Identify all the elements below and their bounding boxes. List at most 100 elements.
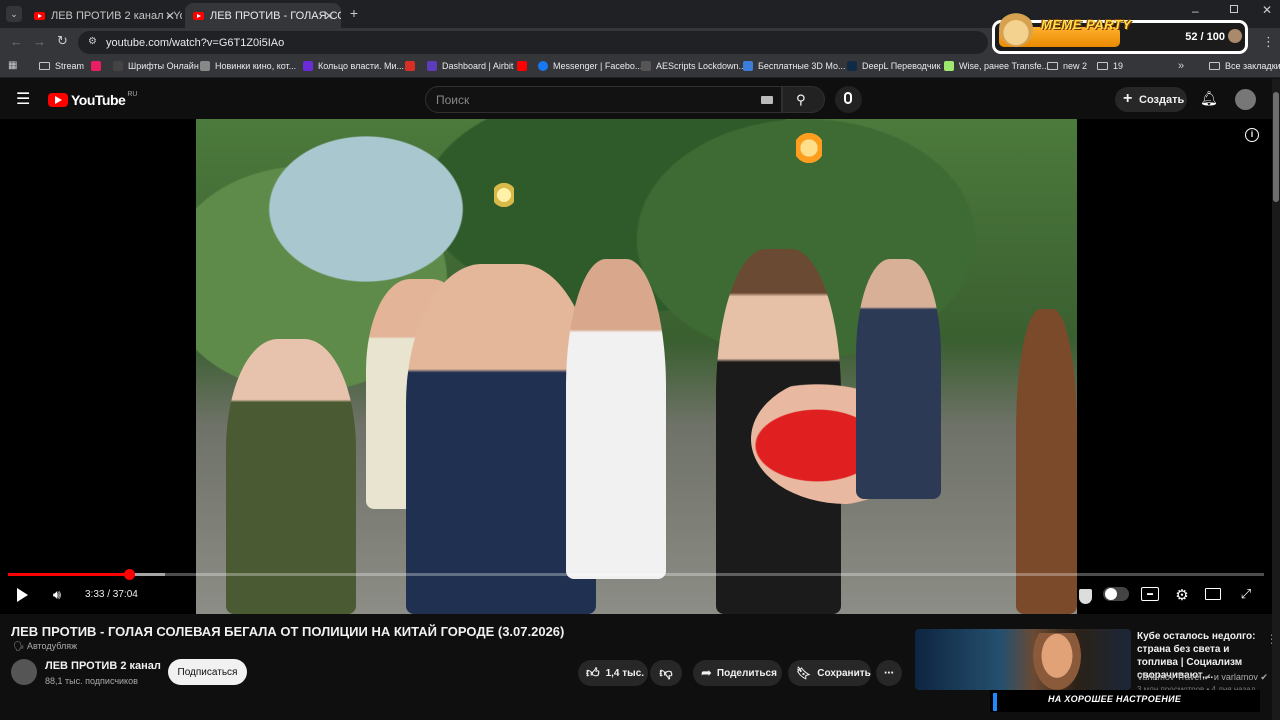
share-icon: ➦	[701, 665, 712, 680]
volume-button[interactable]: 🔊︎	[46, 585, 68, 605]
keyboard-icon[interactable]	[761, 96, 773, 104]
save-button[interactable]: 🔖︎ Сохранить	[788, 660, 871, 686]
youtube-favicon-icon	[34, 11, 45, 20]
info-icon[interactable]: i	[1245, 128, 1259, 142]
dislike-button[interactable]: 👎︎	[650, 660, 682, 686]
close-icon[interactable]: ✕	[165, 9, 175, 23]
search-placeholder: Поиск	[436, 92, 470, 107]
site-info-icon[interactable]: ⚙	[88, 36, 97, 47]
bookmark-item[interactable]	[405, 61, 420, 71]
more-actions-button[interactable]: ⋯	[876, 660, 902, 686]
url-text: youtube.com/watch?v=G6T1Z0i5IAo	[106, 36, 285, 49]
folder-icon	[39, 62, 50, 70]
folder-icon	[1047, 62, 1058, 70]
sponsor-shield-button[interactable]	[1076, 587, 1094, 605]
bookmark-item[interactable]: Stream	[39, 61, 84, 71]
video-player[interactable]: i 🔊︎ 3:33 / 37:04 ▬ ⚙ ⤢	[0, 119, 1272, 614]
voice-search-button[interactable]	[835, 86, 862, 113]
fullscreen-button[interactable]: ⤢	[1237, 585, 1255, 603]
recommended-video-thumbnail[interactable]	[915, 629, 1131, 690]
save-label: Сохранить	[817, 667, 871, 679]
person-figure	[856, 259, 941, 499]
bookmark-item[interactable]: Бесплатные 3D Мо...	[743, 61, 846, 71]
progress-bar[interactable]	[8, 569, 1264, 580]
forward-arrow-icon[interactable]: →	[33, 34, 46, 49]
tab-label: ЛЕВ ПРОТИВ - ГОЛАЯ СОЛЕВАЯ	[210, 9, 341, 22]
bookmark-item[interactable]: Кольцо власти. Ми...	[303, 61, 404, 71]
video-frame[interactable]	[196, 119, 1077, 614]
meme-party-title: MEME PARTY	[1041, 17, 1132, 32]
browser-tab-2[interactable]: ЛЕВ ПРОТИВ - ГОЛАЯ СОЛЕВАЯ ✕	[185, 3, 341, 28]
subtitles-button[interactable]: ▬	[1141, 587, 1159, 601]
address-bar[interactable]: ⚙ youtube.com/watch?v=G6T1Z0i5IAo	[78, 31, 988, 54]
bookmark-favicon-icon	[427, 61, 437, 71]
bookmark-item[interactable]: Wise, ранее Transfe...	[944, 61, 1049, 71]
subtitles-icon: ▬	[1147, 591, 1153, 597]
kebab-menu-icon[interactable]: ⋮	[1262, 34, 1275, 50]
share-button[interactable]: ➦ Поделиться	[693, 660, 782, 686]
bookmark-item[interactable]: Шрифты Онлайн	[113, 61, 199, 71]
bookmark-item[interactable]: AEScripts Lockdown...	[641, 61, 746, 71]
maximize-button[interactable]	[1230, 5, 1238, 13]
bookmark-favicon-icon	[303, 61, 313, 71]
dub-icon: 🗣︎	[13, 641, 25, 651]
bookmark-item[interactable]: Dashboard | Airbit	[427, 61, 513, 71]
fullscreen-icon: ⤢	[1240, 586, 1252, 601]
reload-icon[interactable]: ↻	[57, 33, 68, 49]
plus-icon: +	[1123, 90, 1133, 107]
like-button[interactable]: 👍︎ 1,4 тыс.	[578, 660, 648, 686]
thumbs-up-icon: 👍︎	[586, 665, 600, 680]
plus-icon: +	[349, 5, 359, 21]
region-code: RU	[127, 90, 138, 98]
bookmark-item[interactable]: Messenger | Facebo...	[538, 61, 642, 71]
street-lamp	[494, 181, 514, 209]
youtube-masthead: ☰ YouTube RU Поиск ⚲ + Создать 🔔︎	[0, 79, 1272, 119]
meme-count: 52 / 100	[1185, 31, 1225, 43]
tab-search-dropdown[interactable]: ⌄	[6, 6, 22, 22]
search-input[interactable]: Поиск	[425, 86, 782, 113]
thumbs-down-icon: 👎︎	[659, 665, 673, 680]
search-button[interactable]: ⚲	[782, 86, 825, 113]
avatar[interactable]	[1235, 89, 1256, 110]
scrollbar-thumb[interactable]	[1273, 92, 1279, 202]
time-display: 3:33 / 37:04	[85, 589, 138, 600]
bookmark-item[interactable]: 19	[1097, 61, 1123, 71]
play-button[interactable]	[12, 585, 32, 605]
bookmark-item[interactable]	[517, 61, 532, 71]
minimize-button[interactable]: –	[1192, 4, 1199, 18]
all-bookmarks[interactable]: Все закладки	[1209, 61, 1280, 71]
gmail-icon	[405, 61, 415, 71]
bookmark-favicon-icon	[641, 61, 651, 71]
meme-party-widget: MEME PARTY 52 / 100	[992, 11, 1248, 54]
autoplay-toggle[interactable]	[1103, 587, 1129, 601]
settings-button[interactable]: ⚙	[1172, 585, 1192, 605]
bookmark-item[interactable]: Новинки кино, кот...	[200, 61, 296, 71]
close-icon[interactable]: ✕	[324, 9, 334, 23]
browser-tab-1[interactable]: ЛЕВ ПРОТИВ 2 канал - YouTube ✕	[26, 3, 182, 28]
bookmark-item[interactable]	[91, 61, 106, 71]
create-button[interactable]: + Создать	[1115, 87, 1187, 112]
recommended-video-channel[interactable]: Varlamov Travel ✔ и varlamov ✔	[1137, 672, 1268, 683]
folder-icon	[1209, 62, 1220, 70]
channel-avatar[interactable]	[11, 659, 37, 685]
new-tab-button[interactable]: +	[346, 5, 362, 21]
more-bookmarks-icon[interactable]: »	[1178, 60, 1184, 72]
hamburger-menu-icon[interactable]: ☰	[16, 89, 30, 109]
wise-icon	[944, 61, 954, 71]
back-arrow-icon[interactable]: ←	[10, 34, 23, 49]
bookmarks-bar: ▦ Stream Шрифты Онлайн Новинки кино, кот…	[0, 56, 1280, 78]
close-window-button[interactable]: ✕	[1262, 3, 1272, 17]
bookmark-item[interactable]: DeepL Переводчик	[847, 61, 941, 71]
bookmark-item[interactable]: new 2	[1047, 61, 1087, 71]
subscribe-button[interactable]: Подписаться	[168, 659, 247, 685]
youtube-logo[interactable]: YouTube RU	[48, 90, 138, 108]
channel-name[interactable]: ЛЕВ ПРОТИВ 2 канал	[45, 660, 161, 672]
subscriber-count: 88,1 тыс. подписчиков	[45, 676, 138, 686]
apps-grid-icon[interactable]: ▦	[8, 60, 17, 71]
notifications-bell-icon[interactable]: 🔔︎	[1200, 90, 1218, 107]
scrubber-handle[interactable]	[123, 569, 135, 580]
play-icon	[16, 588, 28, 602]
more-horizontal-icon: ⋯	[884, 667, 894, 679]
facebook-icon	[538, 61, 548, 71]
miniplayer-button[interactable]	[1205, 588, 1221, 600]
